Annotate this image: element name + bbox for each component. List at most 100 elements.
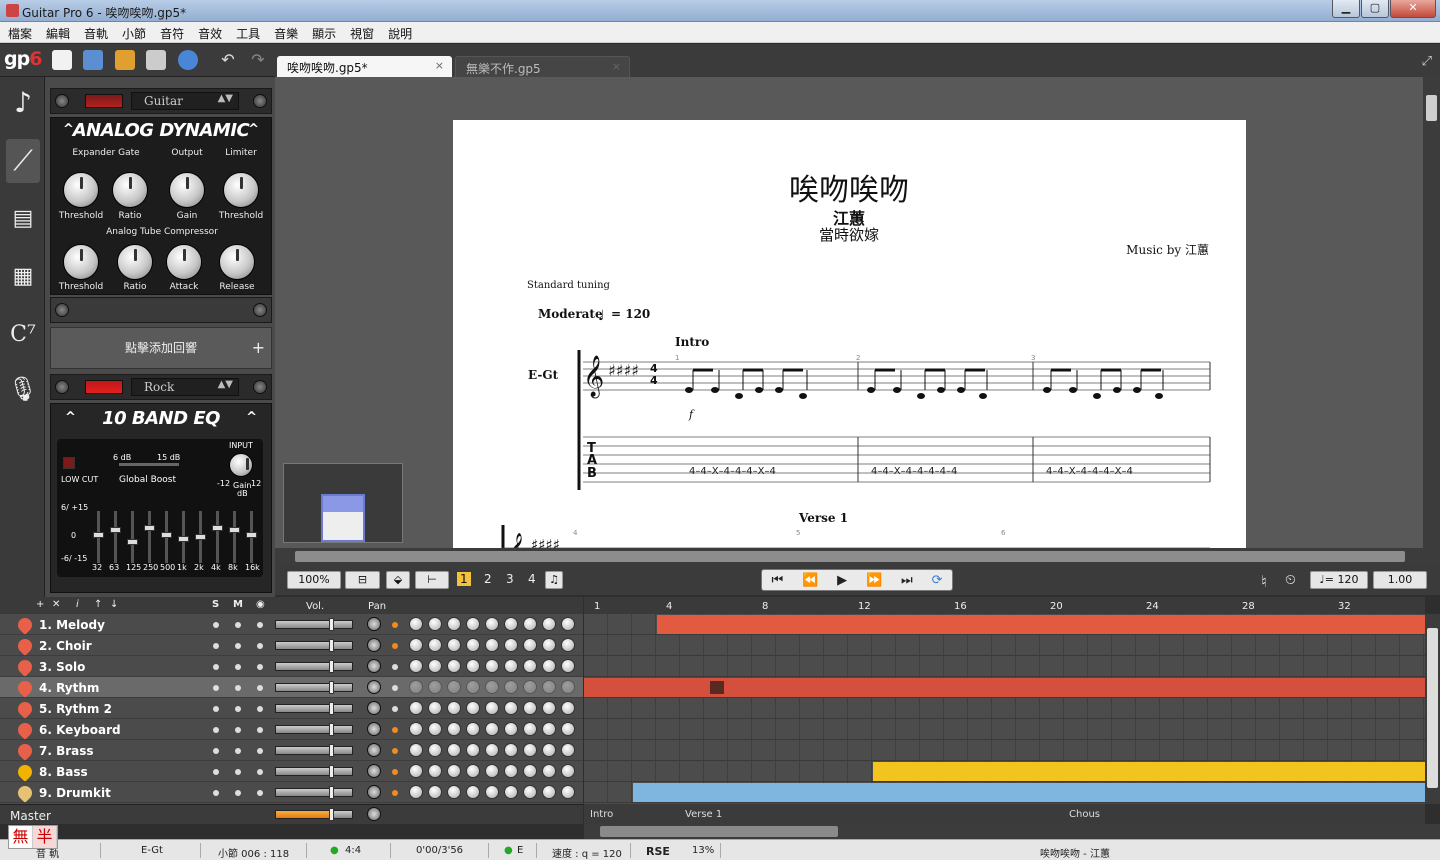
- note-head[interactable]: [1155, 393, 1163, 399]
- note-head[interactable]: [755, 387, 763, 393]
- effect-knob[interactable]: [485, 617, 499, 631]
- effect-knob[interactable]: [561, 680, 575, 694]
- track-name[interactable]: 2. Choir: [39, 639, 92, 653]
- effect-knob[interactable]: [542, 785, 556, 799]
- track-name[interactable]: 9. Drumkit: [39, 786, 111, 800]
- automation-dot[interactable]: [392, 727, 398, 733]
- note-head[interactable]: [775, 387, 783, 393]
- note-head[interactable]: [735, 393, 743, 399]
- note-head[interactable]: [1113, 387, 1121, 393]
- effect-knob[interactable]: [523, 659, 537, 673]
- print-icon[interactable]: [146, 50, 166, 70]
- volume-slider[interactable]: [275, 681, 353, 694]
- mute-button[interactable]: [235, 664, 241, 670]
- effect-knob[interactable]: [447, 701, 461, 715]
- release-knob[interactable]: [219, 244, 255, 280]
- preset-select[interactable]: Guitar ▲▼: [131, 92, 239, 110]
- effect-knob[interactable]: [428, 638, 442, 652]
- note-head[interactable]: [711, 387, 719, 393]
- effect-knob[interactable]: [504, 722, 518, 736]
- visibility-toggle[interactable]: [257, 685, 263, 691]
- zoom-select[interactable]: 100%: [287, 571, 341, 589]
- effect-knob[interactable]: [466, 638, 480, 652]
- effect-knob[interactable]: [409, 764, 423, 778]
- effect-knob[interactable]: [466, 722, 480, 736]
- automation-dot[interactable]: [392, 664, 398, 670]
- effect-knob[interactable]: [485, 722, 499, 736]
- page-3[interactable]: 3: [506, 572, 514, 586]
- note-head[interactable]: [893, 387, 901, 393]
- effect-knob[interactable]: [504, 638, 518, 652]
- threshold-knob[interactable]: [63, 172, 99, 208]
- move-up-icon[interactable]: ↑: [94, 599, 102, 610]
- effect-knob[interactable]: [561, 785, 575, 799]
- effect-knob[interactable]: [428, 680, 442, 694]
- eq-band-slider[interactable]: [127, 511, 138, 563]
- last-bar-icon[interactable]: ⏭: [901, 573, 913, 588]
- pan-knob[interactable]: [367, 743, 381, 757]
- effect-knob[interactable]: [428, 722, 442, 736]
- effect-knob[interactable]: [504, 617, 518, 631]
- effect-knob[interactable]: [409, 680, 423, 694]
- effect-knob[interactable]: [523, 743, 537, 757]
- first-bar-icon[interactable]: ⏮: [771, 573, 783, 588]
- move-down-icon[interactable]: ↓: [110, 599, 118, 610]
- comp-threshold-knob[interactable]: [63, 244, 99, 280]
- track-row[interactable]: 9. Drumkit: [0, 782, 583, 803]
- effect-knob[interactable]: [542, 764, 556, 778]
- remove-track-icon[interactable]: ✕: [52, 599, 60, 610]
- effect-knob[interactable]: [466, 680, 480, 694]
- timeline-vscroll[interactable]: [1425, 614, 1440, 804]
- add-reverb-button[interactable]: 點擊添加回響 +: [50, 327, 272, 369]
- maximize-button[interactable]: ▢: [1361, 0, 1389, 18]
- play-icon[interactable]: ▶: [837, 573, 847, 588]
- eq-band-slider[interactable]: [93, 511, 104, 563]
- effect-knob[interactable]: [523, 617, 537, 631]
- effect-knob[interactable]: [428, 785, 442, 799]
- menu-file[interactable]: 檔案: [0, 22, 38, 42]
- note-head[interactable]: [1093, 393, 1101, 399]
- rewind-icon[interactable]: ⏪: [802, 573, 818, 588]
- guitar-icon[interactable]: ⟋: [6, 139, 40, 183]
- eq-band-slider[interactable]: [110, 511, 121, 563]
- visibility-toggle[interactable]: [257, 664, 263, 670]
- volume-slider[interactable]: [275, 618, 353, 631]
- effect-knob[interactable]: [523, 638, 537, 652]
- score-hscroll[interactable]: [275, 548, 1440, 565]
- open-file-icon[interactable]: [83, 50, 103, 70]
- mute-button[interactable]: [235, 769, 241, 775]
- volume-slider[interactable]: [275, 660, 353, 673]
- effect-knob[interactable]: [409, 617, 423, 631]
- effect-knob[interactable]: [428, 701, 442, 715]
- effect-knob[interactable]: [561, 659, 575, 673]
- automation-dot[interactable]: [392, 790, 398, 796]
- menu-tools[interactable]: 工具: [228, 22, 266, 42]
- note-head[interactable]: [1069, 387, 1077, 393]
- low-cut-switch[interactable]: [63, 457, 75, 469]
- attack-knob[interactable]: [166, 244, 202, 280]
- note-head[interactable]: [799, 393, 807, 399]
- boost-switch[interactable]: [119, 463, 179, 466]
- menu-bar-item[interactable]: 小節: [114, 22, 152, 42]
- mute-button[interactable]: [235, 706, 241, 712]
- note-head[interactable]: [979, 393, 987, 399]
- solo-button[interactable]: [213, 622, 219, 628]
- track-row[interactable]: 4. Rythm: [0, 677, 583, 698]
- multi-track-icon[interactable]: ⊢: [415, 571, 449, 589]
- effect-knob[interactable]: [428, 743, 442, 757]
- effect-knob[interactable]: [561, 701, 575, 715]
- timeline-row[interactable]: [584, 698, 1425, 719]
- effect-knob[interactable]: [542, 659, 556, 673]
- undo-icon[interactable]: ↶: [218, 50, 238, 70]
- master-pan-knob[interactable]: [367, 807, 381, 821]
- timeline-row[interactable]: [584, 635, 1425, 656]
- mute-button[interactable]: [235, 685, 241, 691]
- track-name[interactable]: 3. Solo: [39, 660, 85, 674]
- eq-band-slider[interactable]: [161, 511, 172, 563]
- input-gain-knob[interactable]: [229, 453, 253, 477]
- timeline-grid[interactable]: [584, 614, 1425, 803]
- timeline-row[interactable]: [584, 656, 1425, 677]
- mute-button[interactable]: [235, 643, 241, 649]
- page-1[interactable]: 1: [457, 572, 471, 586]
- ime-indicator[interactable]: 無 半: [8, 825, 58, 849]
